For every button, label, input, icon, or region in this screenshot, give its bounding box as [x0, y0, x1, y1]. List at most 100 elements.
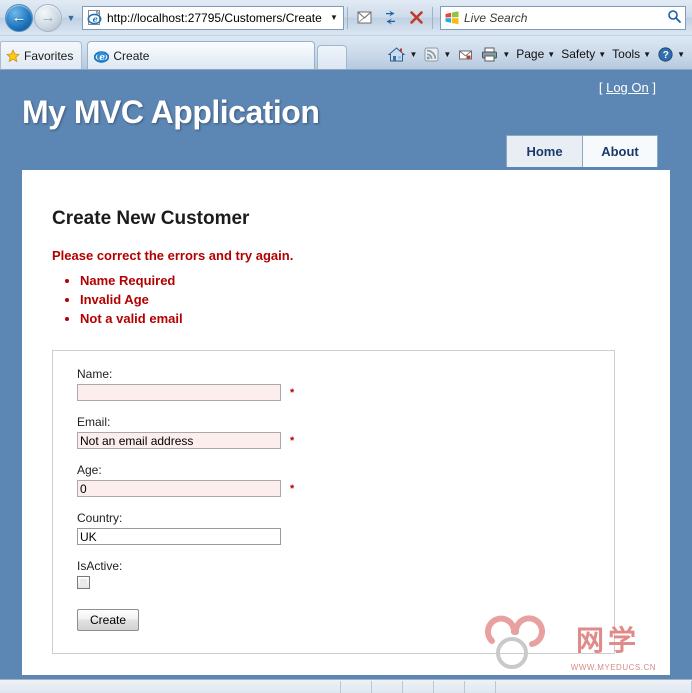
validation-error-item: Invalid Age	[80, 290, 670, 309]
read-mail-icon[interactable]	[454, 42, 477, 66]
create-button[interactable]: Create	[77, 609, 140, 631]
tools-menu[interactable]: Tools ▼	[609, 42, 654, 66]
field-row-country	[77, 528, 614, 559]
main-nav-menu: Home About	[506, 135, 658, 167]
svg-text:e: e	[100, 53, 106, 63]
field-email: Email: *	[53, 415, 614, 463]
stop-icon[interactable]	[403, 6, 429, 30]
main-content: Create New Customer Please correct the e…	[22, 170, 670, 675]
compatibility-view-icon[interactable]	[351, 6, 377, 30]
browser-viewport: [ Log On ] My MVC Application Home About…	[0, 70, 692, 679]
chevron-down-icon-page[interactable]: ▼	[547, 50, 555, 59]
status-segment-1	[341, 680, 372, 693]
validation-error-item: Not a valid email	[80, 309, 670, 328]
status-segment-zoom[interactable]	[496, 680, 692, 693]
email-input[interactable]	[77, 432, 281, 449]
tab-bar-row: Favorites e Create ▼ ▼ ▼ Page ▼ Safety ▼…	[0, 35, 692, 69]
url-text: http://localhost:27795/Customers/Create	[107, 10, 322, 25]
windows-logo-icon	[444, 10, 460, 26]
ie-logo-icon-tab: e	[94, 49, 110, 63]
customer-form: Name: * Email: * Age:	[52, 350, 615, 654]
field-row-age: *	[77, 480, 614, 511]
address-bar[interactable]: e http://localhost:27795/Customers/Creat…	[82, 5, 344, 30]
field-label-name: Name:	[77, 367, 113, 381]
command-bar: ▼ ▼ ▼ Page ▼ Safety ▼ Tools ▼ ? ▼	[384, 39, 692, 69]
field-label-age: Age:	[77, 463, 102, 477]
address-bar-row: ← → ▼ e http://localhost:27795/Customers…	[0, 0, 692, 35]
back-arrow-icon[interactable]: ←	[5, 3, 33, 32]
validation-summary-message: Please correct the errors and try again.	[52, 248, 294, 263]
field-isactive: IsActive:	[53, 559, 614, 603]
chevron-down-icon-tools[interactable]: ▼	[643, 50, 651, 59]
chevron-down-icon-home[interactable]: ▼	[409, 50, 417, 59]
page-menu-label: Page	[516, 47, 545, 61]
status-segment-3	[403, 680, 434, 693]
isactive-checkbox[interactable]	[77, 576, 90, 589]
logon-bracket-open: [	[598, 80, 603, 95]
nav-item-about[interactable]: About	[582, 135, 658, 167]
page-title: My MVC Application	[22, 94, 320, 130]
validation-error-item: Name Required	[80, 271, 670, 290]
browser-chrome: ← → ▼ e http://localhost:27795/Customers…	[0, 0, 692, 70]
required-marker-email: *	[290, 434, 295, 447]
field-row-isactive	[77, 576, 614, 603]
rss-feeds-icon[interactable]: ▼	[420, 42, 454, 66]
search-icon[interactable]	[663, 9, 685, 27]
browser-tab-create[interactable]: e Create	[87, 41, 316, 69]
help-icon[interactable]: ? ▼	[654, 42, 688, 66]
field-label-country: Country:	[77, 511, 123, 525]
new-tab-button[interactable]	[317, 45, 348, 69]
field-country: Country:	[53, 511, 614, 559]
star-icon	[6, 48, 20, 63]
refresh-icon[interactable]	[377, 6, 403, 30]
safety-menu[interactable]: Safety ▼	[558, 42, 609, 66]
age-input[interactable]	[77, 480, 281, 497]
field-label-isactive: IsActive:	[77, 559, 123, 573]
navigation-buttons: ← → ▼	[3, 3, 79, 32]
field-age: Age: *	[53, 463, 614, 511]
status-segment-2	[372, 680, 403, 693]
url-chevron-down-icon[interactable]: ▼	[325, 13, 343, 22]
nav-item-home[interactable]: Home	[506, 135, 582, 167]
logon-link[interactable]: Log On	[606, 80, 649, 95]
chevron-down-icon-feeds[interactable]: ▼	[443, 50, 451, 59]
back-arrow-glyph: ←	[11, 9, 27, 26]
country-input[interactable]	[77, 528, 281, 545]
chevron-down-icon-safety[interactable]: ▼	[598, 50, 606, 59]
validation-summary: Please correct the errors and try again.…	[22, 230, 670, 328]
print-icon[interactable]: ▼	[477, 42, 513, 66]
status-segment-main	[0, 680, 341, 693]
chevron-down-icon-print[interactable]: ▼	[502, 50, 510, 59]
tab-label: Create	[113, 48, 150, 63]
status-segment-4	[434, 680, 465, 693]
svg-text:e: e	[93, 14, 98, 24]
forward-arrow-icon[interactable]: →	[34, 3, 62, 32]
required-marker-name: *	[290, 386, 295, 399]
page-menu[interactable]: Page ▼	[513, 42, 558, 66]
favorites-label: Favorites	[24, 48, 74, 63]
status-bar	[0, 679, 692, 693]
field-row-name: *	[77, 384, 614, 415]
ie-logo-icon: e	[86, 9, 104, 27]
web-page: [ Log On ] My MVC Application Home About…	[0, 70, 692, 679]
forward-arrow-glyph: →	[40, 9, 56, 26]
logon-area: [ Log On ]	[599, 80, 656, 95]
favorites-button[interactable]: Favorites	[0, 41, 83, 69]
status-segment-5	[465, 680, 496, 693]
tools-menu-label: Tools	[612, 47, 641, 61]
toolbar-divider-2	[432, 6, 433, 29]
field-submit: Create	[53, 603, 614, 631]
home-icon[interactable]: ▼	[384, 42, 420, 66]
required-marker-age: *	[290, 482, 295, 495]
content-heading: Create New Customer	[52, 208, 250, 229]
chevron-down-icon-help[interactable]: ▼	[677, 50, 685, 59]
field-label-email: Email:	[77, 415, 111, 429]
toolbar-divider	[347, 6, 348, 29]
safety-menu-label: Safety	[561, 47, 596, 61]
search-placeholder: Live Search	[464, 10, 528, 25]
recent-pages-chevron-down-icon[interactable]: ▼	[63, 5, 79, 31]
name-input[interactable]	[77, 384, 281, 401]
search-input[interactable]: Live Search	[440, 5, 686, 30]
svg-text:?: ?	[663, 50, 669, 61]
logon-bracket-close: ]	[652, 80, 656, 95]
